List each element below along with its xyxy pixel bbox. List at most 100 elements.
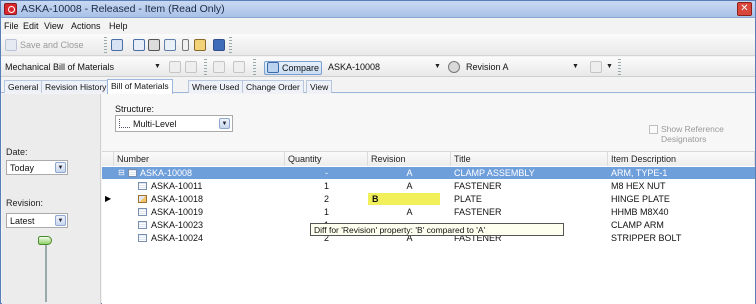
compare-label: Compare: [282, 63, 320, 73]
column-header-quantity[interactable]: Quantity: [285, 152, 368, 166]
chevron-down-icon[interactable]: ▼: [572, 63, 579, 70]
revision-select[interactable]: Revision A: [466, 62, 509, 72]
date-select[interactable]: Today ▼: [6, 160, 68, 175]
main-toolbar: Save and Close: [1, 34, 755, 56]
chevron-down-icon[interactable]: ▼: [55, 162, 66, 173]
cell-revision: A: [406, 207, 413, 217]
filter-panel: Date: Today ▼ Revision: Latest ▼: [2, 94, 101, 304]
revision-filter-select[interactable]: Latest ▼: [6, 213, 68, 228]
open-icon[interactable]: [194, 39, 206, 51]
menu-bar: File Edit View Actions Help: [1, 19, 755, 33]
cell-quantity: -: [325, 168, 328, 178]
toolbar-divider: [104, 37, 107, 53]
compare-item-select[interactable]: ASKA-10008: [328, 62, 380, 72]
cell-description: HHMB M8X40: [611, 207, 669, 217]
copy-icon[interactable]: [133, 39, 145, 51]
toolbar-divider: [253, 59, 256, 75]
cell-revision: A: [406, 168, 413, 178]
bom-panel: Structure: Multi-Level ▼ Show Reference …: [102, 94, 755, 304]
bom-grid: Number Quantity Revision Title Item Desc…: [102, 151, 755, 304]
modified-part-icon: [138, 195, 147, 203]
save-and-close-button[interactable]: Save and Close: [20, 40, 84, 50]
chevron-down-icon[interactable]: ▼: [434, 63, 441, 70]
cell-number: ASKA-10023: [151, 220, 204, 230]
cell-number: ASKA-10008: [140, 168, 193, 178]
diff-tooltip: Diff for 'Revision' property: 'B' compar…: [310, 223, 564, 236]
cell-title: CLAMP ASSEMBLY: [454, 168, 535, 178]
row-header-col: [102, 152, 114, 166]
toolbar-divider: [618, 59, 621, 75]
cell-description: CLAMP ARM: [611, 220, 664, 230]
structure-select[interactable]: Multi-Level ▼: [115, 115, 233, 132]
toolbar-divider: [204, 59, 207, 75]
table-row[interactable]: ASKA-10011 1 A FASTENER M8 HEX NUT: [102, 180, 755, 192]
cell-description: HINGE PLATE: [611, 194, 670, 204]
collapse-icon[interactable]: ⊟: [118, 168, 125, 177]
chevron-down-icon[interactable]: ▼: [55, 215, 66, 226]
expand-icon: [169, 61, 181, 73]
cell-quantity: 1: [323, 181, 329, 191]
cell-description: STRIPPER BOLT: [611, 233, 682, 243]
compare-button[interactable]: Compare: [264, 61, 322, 75]
close-button[interactable]: ✕: [737, 2, 752, 16]
save-compare-icon: [590, 61, 602, 73]
date-slider-handle[interactable]: [38, 236, 52, 245]
table-row[interactable]: ASKA-10019 1 A FASTENER HHMB M8X40: [102, 206, 755, 218]
menu-file[interactable]: File: [4, 21, 19, 31]
print-icon[interactable]: [148, 39, 160, 51]
show-ref-des-checkbox[interactable]: [649, 125, 658, 134]
view-select[interactable]: Mechanical Bill of Materials: [5, 62, 114, 72]
cell-number: ASKA-10011: [151, 181, 203, 191]
column-header-title[interactable]: Title: [451, 152, 608, 166]
column-header-item-description[interactable]: Item Description: [608, 152, 755, 166]
tab-where-used[interactable]: Where Used: [188, 80, 244, 93]
outdent-icon: [233, 61, 245, 73]
cell-number: ASKA-10018: [151, 194, 204, 204]
save-icon: [5, 39, 17, 51]
tab-strip: General Revision History Bill of Materia…: [1, 79, 755, 94]
toolbar-divider: [229, 37, 232, 53]
cell-revision: B: [372, 194, 379, 204]
tab-bill-of-materials[interactable]: Bill of Materials: [107, 79, 173, 94]
assembly-icon: [128, 169, 137, 177]
part-icon: [138, 234, 147, 242]
cell-title: FASTENER: [454, 207, 502, 217]
structure-value: Multi-Level: [133, 119, 177, 129]
structure-label: Structure:: [115, 104, 155, 114]
collapse-icon: [185, 61, 197, 73]
date-value: Today: [10, 163, 35, 173]
column-header-revision[interactable]: Revision: [368, 152, 451, 166]
table-row[interactable]: ⊟ ASKA-10008 - A CLAMP ASSEMBLY ARM, TYP…: [102, 167, 755, 179]
revision-filter-value: Latest: [10, 216, 35, 226]
tree-icon: [119, 119, 130, 128]
cell-title: PLATE: [454, 194, 482, 204]
chevron-down-icon[interactable]: ▼: [219, 118, 230, 129]
tab-change-order[interactable]: Change Order: [242, 80, 304, 93]
table-row[interactable]: ▶ ASKA-10018 2 B PLATE HINGE PLATE: [102, 193, 755, 205]
menu-edit[interactable]: Edit: [23, 21, 39, 31]
part-icon: [138, 221, 147, 229]
part-icon: [138, 208, 147, 216]
indent-icon: [213, 61, 225, 73]
revision-icon: [448, 61, 460, 73]
tab-view[interactable]: View: [306, 80, 333, 93]
cell-number: ASKA-10024: [151, 233, 204, 243]
title-bar: ASKA-10008 - Released - Item (Read Only)…: [1, 1, 755, 18]
print-preview-icon[interactable]: [164, 39, 176, 51]
part-icon: [138, 182, 147, 190]
menu-actions[interactable]: Actions: [71, 21, 101, 31]
column-header-number[interactable]: Number: [114, 152, 285, 166]
cell-quantity: 2: [323, 194, 329, 204]
menu-help[interactable]: Help: [109, 21, 128, 31]
menu-view[interactable]: View: [44, 21, 63, 31]
app-icon: [4, 3, 17, 15]
tab-general[interactable]: General: [4, 80, 43, 93]
help-icon[interactable]: [213, 39, 225, 51]
tab-revision-history[interactable]: Revision History: [41, 80, 111, 93]
item-window: ASKA-10008 - Released - Item (Read Only)…: [0, 0, 756, 304]
attach-icon[interactable]: [182, 39, 189, 51]
show-ref-des-label: Show Reference Designators: [661, 124, 724, 144]
chevron-down-icon[interactable]: ▼: [154, 63, 161, 70]
new-item-icon[interactable]: [111, 39, 123, 51]
date-slider-track[interactable]: [45, 242, 47, 302]
